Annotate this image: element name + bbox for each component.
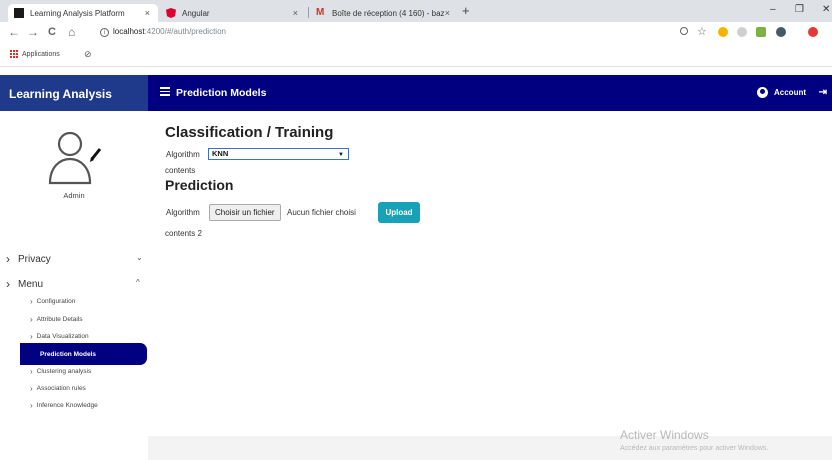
- sidebar-item-prediction-models[interactable]: Prediction Models: [20, 343, 147, 365]
- browser-tab-strip: Learning Analysis Platform × Angular × M…: [0, 0, 832, 22]
- minimize-icon[interactable]: –: [770, 4, 776, 15]
- user-name: Admin: [63, 191, 85, 200]
- sidebar-item-configuration[interactable]: › Configuration: [30, 297, 75, 306]
- chevron-right-icon: ›: [30, 384, 33, 393]
- app-header: Prediction Models Account ⇥: [148, 75, 832, 111]
- sidebar: Admin › Privacy ⌄ › Menu ^ › Configurati…: [0, 111, 148, 460]
- windows-activation-watermark: Activer Windows: [620, 428, 709, 442]
- profile-icon[interactable]: [808, 27, 818, 37]
- browser-toolbar: ← → C ⌂ i localhost:4200/#/auth/predictio…: [0, 22, 832, 42]
- tab-angular[interactable]: Angular ×: [160, 4, 306, 22]
- extension-icon[interactable]: [718, 27, 728, 37]
- chevron-right-icon: ›: [30, 332, 33, 341]
- extension-icon[interactable]: [756, 27, 766, 37]
- tab-learning-analysis[interactable]: Learning Analysis Platform ×: [8, 4, 158, 22]
- home-icon[interactable]: ⌂: [68, 25, 75, 39]
- chevron-up-icon[interactable]: ^: [136, 278, 140, 287]
- back-icon[interactable]: ←: [8, 25, 20, 39]
- sidebar-item-label: Attribute Details: [36, 316, 83, 323]
- apps-label: Applications: [22, 50, 60, 58]
- account-label: Account: [774, 88, 806, 97]
- contents-2-text: contents 2: [165, 229, 202, 238]
- tab-label: Boîte de réception (4 160) - bazz: [332, 8, 444, 18]
- bookmarks-bar: Applications ⊘: [0, 42, 832, 67]
- sidebar-item-data-visualization[interactable]: › Data Visualization: [30, 332, 89, 341]
- prediction-algorithm-label: Algorithm: [166, 208, 200, 217]
- tab-close-icon[interactable]: ×: [293, 8, 298, 18]
- account-button[interactable]: Account: [757, 87, 806, 98]
- tab-gmail[interactable]: M Boîte de réception (4 160) - bazz ×: [310, 4, 458, 22]
- sidebar-section-privacy[interactable]: › Privacy: [6, 252, 51, 266]
- sidebar-item-label: Association rules: [36, 385, 86, 392]
- tab-label: Angular: [182, 8, 210, 18]
- algorithm-label: Algorithm: [166, 150, 200, 159]
- tab-close-icon[interactable]: ×: [445, 8, 450, 18]
- no-file-chosen-text: Aucun fichier choisi: [287, 208, 356, 217]
- app-brand: Learning Analysis: [0, 75, 148, 111]
- page-title: Prediction Models: [176, 87, 267, 99]
- chevron-right-icon: ›: [30, 297, 33, 306]
- chevron-right-icon: ›: [6, 252, 10, 266]
- chevron-down-icon[interactable]: ⌄: [136, 253, 143, 262]
- tab-separator: [308, 7, 309, 18]
- algorithm-select[interactable]: KNN ▼: [208, 148, 349, 160]
- chevron-right-icon: ›: [6, 277, 10, 291]
- extension-icon[interactable]: [776, 27, 786, 37]
- chevron-right-icon: ›: [30, 315, 33, 324]
- restore-icon[interactable]: ❐: [795, 4, 804, 15]
- chevron-right-icon: ›: [30, 401, 33, 410]
- sidebar-item-label: Inference Knowledge: [36, 402, 98, 409]
- logout-icon[interactable]: ⇥: [819, 87, 827, 98]
- extension-icon[interactable]: [737, 27, 747, 37]
- main-content: Classification / Training Algorithm KNN …: [148, 111, 832, 436]
- apps-grid-icon: [10, 50, 18, 58]
- sidebar-item-attribute-details[interactable]: › Attribute Details: [30, 315, 83, 324]
- info-icon[interactable]: i: [100, 28, 109, 37]
- close-window-icon[interactable]: ✕: [822, 4, 830, 15]
- chevron-right-icon: ›: [30, 367, 33, 376]
- angular-favicon-icon: [166, 8, 176, 18]
- apps-shortcut[interactable]: Applications: [10, 50, 60, 58]
- choose-file-button[interactable]: Choisir un fichier: [209, 204, 281, 221]
- app-favicon-icon: [14, 8, 24, 18]
- training-heading: Classification / Training: [165, 124, 334, 141]
- tab-close-icon[interactable]: ×: [145, 8, 150, 18]
- windows-activation-subtext: Accédez aux paramètres pour activer Wind…: [620, 445, 769, 452]
- sidebar-section-menu[interactable]: › Menu: [6, 277, 43, 291]
- forward-icon[interactable]: →: [27, 25, 39, 39]
- contents-text: contents: [165, 166, 196, 175]
- zoom-icon[interactable]: [680, 27, 688, 35]
- prediction-heading: Prediction: [165, 177, 234, 193]
- sidebar-item-label: Clustering analysis: [36, 368, 92, 375]
- sidebar-item-association-rules[interactable]: › Association rules: [30, 384, 86, 393]
- globe-icon[interactable]: ⊘: [84, 49, 92, 60]
- url-host: localhost: [113, 27, 145, 36]
- sidebar-item-label: Data Visualization: [36, 333, 89, 340]
- url-path: :4200/#/auth/prediction: [144, 27, 226, 36]
- new-tab-button[interactable]: +: [462, 4, 470, 18]
- account-circle-icon: [757, 87, 768, 98]
- sidebar-item-clustering-analysis[interactable]: › Clustering analysis: [30, 367, 91, 376]
- upload-button[interactable]: Upload: [378, 202, 420, 223]
- edit-pencil-icon[interactable]: [90, 148, 102, 162]
- dropdown-arrow-icon: ▼: [338, 152, 344, 158]
- gmail-favicon-icon: M: [316, 7, 325, 18]
- tab-label: Learning Analysis Platform: [30, 8, 125, 18]
- reload-icon[interactable]: C: [48, 25, 56, 39]
- bookmark-star-icon[interactable]: ☆: [697, 25, 707, 39]
- sidebar-item-label: Prediction Models: [40, 350, 96, 358]
- algorithm-selected-value: KNN: [212, 149, 229, 158]
- user-avatar-icon: [48, 131, 102, 185]
- sidebar-item-inference-knowledge[interactable]: › Inference Knowledge: [30, 401, 98, 410]
- sidebar-item-label: Configuration: [36, 298, 76, 305]
- address-bar[interactable]: i localhost:4200/#/auth/prediction: [100, 25, 226, 39]
- section-label: Menu: [18, 278, 44, 290]
- hamburger-menu-icon[interactable]: [160, 87, 170, 96]
- section-label: Privacy: [18, 253, 51, 265]
